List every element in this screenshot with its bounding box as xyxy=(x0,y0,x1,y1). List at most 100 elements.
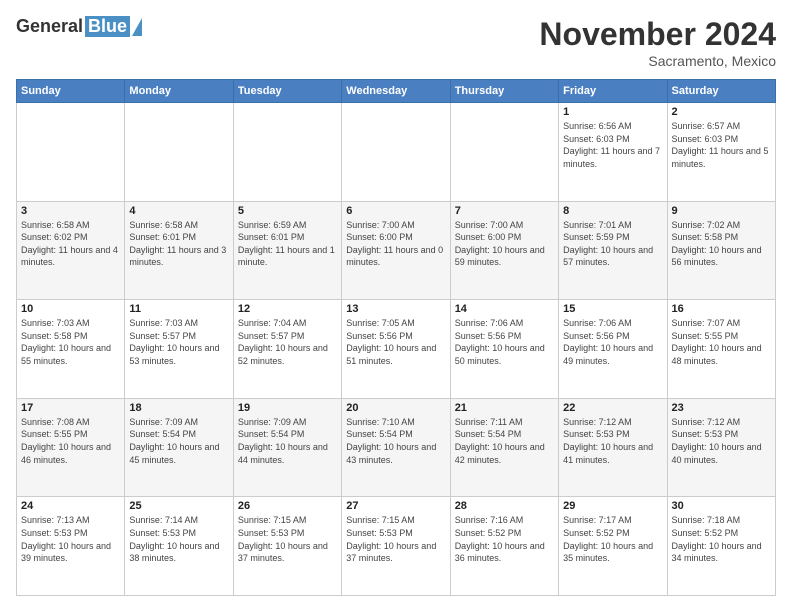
day-info: Sunrise: 7:01 AM Sunset: 5:59 PM Dayligh… xyxy=(563,219,662,269)
day-info: Sunrise: 7:13 AM Sunset: 5:53 PM Dayligh… xyxy=(21,514,120,564)
calendar-cell xyxy=(342,103,450,202)
calendar-week-row: 24 Sunrise: 7:13 AM Sunset: 5:53 PM Dayli… xyxy=(17,497,776,596)
day-info: Sunrise: 7:03 AM Sunset: 5:58 PM Dayligh… xyxy=(21,317,120,367)
day-info: Sunrise: 7:05 AM Sunset: 5:56 PM Dayligh… xyxy=(346,317,445,367)
day-info: Sunrise: 7:15 AM Sunset: 5:53 PM Dayligh… xyxy=(346,514,445,564)
day-info: Sunrise: 7:06 AM Sunset: 5:56 PM Dayligh… xyxy=(563,317,662,367)
day-of-week-header: Tuesday xyxy=(233,80,341,103)
day-number: 11 xyxy=(129,303,228,315)
calendar-cell: 14 Sunrise: 7:06 AM Sunset: 5:56 PM Dayli… xyxy=(450,300,558,399)
calendar-cell xyxy=(450,103,558,202)
calendar-cell: 4 Sunrise: 6:58 AM Sunset: 6:01 PM Daylig… xyxy=(125,201,233,300)
day-of-week-header: Monday xyxy=(125,80,233,103)
day-number: 4 xyxy=(129,205,228,217)
day-info: Sunrise: 7:09 AM Sunset: 5:54 PM Dayligh… xyxy=(238,416,337,466)
month-title: November 2024 xyxy=(539,16,776,53)
day-of-week-header: Thursday xyxy=(450,80,558,103)
calendar-cell: 18 Sunrise: 7:09 AM Sunset: 5:54 PM Dayli… xyxy=(125,398,233,497)
calendar-cell: 16Sunrise: 7:07 AM Sunset: 5:55 PM Dayli… xyxy=(667,300,775,399)
calendar-table: SundayMondayTuesdayWednesdayThursdayFrid… xyxy=(16,79,776,596)
day-info: Sunrise: 7:11 AM Sunset: 5:54 PM Dayligh… xyxy=(455,416,554,466)
day-info: Sunrise: 7:14 AM Sunset: 5:53 PM Dayligh… xyxy=(129,514,228,564)
day-info: Sunrise: 6:57 AM Sunset: 6:03 PM Dayligh… xyxy=(672,120,771,170)
calendar-header-row: SundayMondayTuesdayWednesdayThursdayFrid… xyxy=(17,80,776,103)
calendar-cell: 12 Sunrise: 7:04 AM Sunset: 5:57 PM Dayli… xyxy=(233,300,341,399)
calendar-cell: 6Sunrise: 7:00 AM Sunset: 6:00 PM Daylig… xyxy=(342,201,450,300)
day-number: 24 xyxy=(21,500,120,512)
calendar-week-row: 3 Sunrise: 6:58 AM Sunset: 6:02 PM Daylig… xyxy=(17,201,776,300)
day-of-week-header: Friday xyxy=(559,80,667,103)
calendar-cell: 3 Sunrise: 6:58 AM Sunset: 6:02 PM Daylig… xyxy=(17,201,125,300)
calendar-cell: 25 Sunrise: 7:14 AM Sunset: 5:53 PM Dayli… xyxy=(125,497,233,596)
logo-general-text: General xyxy=(16,16,83,37)
day-number: 17 xyxy=(21,402,120,414)
calendar-cell xyxy=(17,103,125,202)
day-number: 20 xyxy=(346,402,445,414)
calendar-week-row: 1 Sunrise: 6:56 AM Sunset: 6:03 PM Daylig… xyxy=(17,103,776,202)
calendar-cell: 13 Sunrise: 7:05 AM Sunset: 5:56 PM Dayli… xyxy=(342,300,450,399)
day-info: Sunrise: 7:17 AM Sunset: 5:52 PM Dayligh… xyxy=(563,514,662,564)
day-info: Sunrise: 7:00 AM Sunset: 6:00 PM Dayligh… xyxy=(346,219,445,269)
day-of-week-header: Wednesday xyxy=(342,80,450,103)
day-number: 22 xyxy=(563,402,662,414)
day-info: Sunrise: 7:09 AM Sunset: 5:54 PM Dayligh… xyxy=(129,416,228,466)
calendar-cell: 20 Sunrise: 7:10 AM Sunset: 5:54 PM Dayli… xyxy=(342,398,450,497)
day-info: Sunrise: 6:56 AM Sunset: 6:03 PM Dayligh… xyxy=(563,120,662,170)
day-info: Sunrise: 7:18 AM Sunset: 5:52 PM Dayligh… xyxy=(672,514,771,564)
day-info: Sunrise: 7:12 AM Sunset: 5:53 PM Dayligh… xyxy=(672,416,771,466)
day-of-week-header: Saturday xyxy=(667,80,775,103)
calendar-cell: 21 Sunrise: 7:11 AM Sunset: 5:54 PM Dayli… xyxy=(450,398,558,497)
calendar-cell: 22 Sunrise: 7:12 AM Sunset: 5:53 PM Dayli… xyxy=(559,398,667,497)
calendar-week-row: 10Sunrise: 7:03 AM Sunset: 5:58 PM Dayli… xyxy=(17,300,776,399)
calendar-cell: 15 Sunrise: 7:06 AM Sunset: 5:56 PM Dayli… xyxy=(559,300,667,399)
day-number: 1 xyxy=(563,106,662,118)
day-number: 19 xyxy=(238,402,337,414)
day-info: Sunrise: 7:03 AM Sunset: 5:57 PM Dayligh… xyxy=(129,317,228,367)
day-number: 12 xyxy=(238,303,337,315)
calendar-cell: 7 Sunrise: 7:00 AM Sunset: 6:00 PM Daylig… xyxy=(450,201,558,300)
day-info: Sunrise: 7:00 AM Sunset: 6:00 PM Dayligh… xyxy=(455,219,554,269)
calendar-cell: 27Sunrise: 7:15 AM Sunset: 5:53 PM Dayli… xyxy=(342,497,450,596)
day-info: Sunrise: 7:10 AM Sunset: 5:54 PM Dayligh… xyxy=(346,416,445,466)
calendar-cell: 17 Sunrise: 7:08 AM Sunset: 5:55 PM Dayli… xyxy=(17,398,125,497)
calendar-cell: 1 Sunrise: 6:56 AM Sunset: 6:03 PM Daylig… xyxy=(559,103,667,202)
day-number: 7 xyxy=(455,205,554,217)
day-info: Sunrise: 7:02 AM Sunset: 5:58 PM Dayligh… xyxy=(672,219,771,269)
day-info: Sunrise: 7:08 AM Sunset: 5:55 PM Dayligh… xyxy=(21,416,120,466)
page: General Blue November 2024 Sacramento, M… xyxy=(0,0,792,612)
day-info: Sunrise: 7:12 AM Sunset: 5:53 PM Dayligh… xyxy=(563,416,662,466)
calendar-cell: 29Sunrise: 7:17 AM Sunset: 5:52 PM Dayli… xyxy=(559,497,667,596)
day-number: 26 xyxy=(238,500,337,512)
day-info: Sunrise: 7:16 AM Sunset: 5:52 PM Dayligh… xyxy=(455,514,554,564)
day-number: 23 xyxy=(672,402,771,414)
day-number: 13 xyxy=(346,303,445,315)
day-number: 9 xyxy=(672,205,771,217)
calendar-cell: 9 Sunrise: 7:02 AM Sunset: 5:58 PM Daylig… xyxy=(667,201,775,300)
day-info: Sunrise: 7:15 AM Sunset: 5:53 PM Dayligh… xyxy=(238,514,337,564)
calendar-cell: 11 Sunrise: 7:03 AM Sunset: 5:57 PM Dayli… xyxy=(125,300,233,399)
calendar-cell: 8 Sunrise: 7:01 AM Sunset: 5:59 PM Daylig… xyxy=(559,201,667,300)
day-number: 15 xyxy=(563,303,662,315)
day-number: 14 xyxy=(455,303,554,315)
day-number: 21 xyxy=(455,402,554,414)
day-info: Sunrise: 6:59 AM Sunset: 6:01 PM Dayligh… xyxy=(238,219,337,269)
calendar-cell: 26 Sunrise: 7:15 AM Sunset: 5:53 PM Dayli… xyxy=(233,497,341,596)
day-info: Sunrise: 6:58 AM Sunset: 6:02 PM Dayligh… xyxy=(21,219,120,269)
header: General Blue November 2024 Sacramento, M… xyxy=(16,16,776,69)
day-number: 3 xyxy=(21,205,120,217)
day-number: 18 xyxy=(129,402,228,414)
day-info: Sunrise: 6:58 AM Sunset: 6:01 PM Dayligh… xyxy=(129,219,228,269)
calendar-cell: 2 Sunrise: 6:57 AM Sunset: 6:03 PM Daylig… xyxy=(667,103,775,202)
day-number: 8 xyxy=(563,205,662,217)
day-info: Sunrise: 7:06 AM Sunset: 5:56 PM Dayligh… xyxy=(455,317,554,367)
logo-triangle-icon xyxy=(132,18,142,36)
calendar-cell: 24 Sunrise: 7:13 AM Sunset: 5:53 PM Dayli… xyxy=(17,497,125,596)
logo: General Blue xyxy=(16,16,142,37)
day-info: Sunrise: 7:04 AM Sunset: 5:57 PM Dayligh… xyxy=(238,317,337,367)
calendar-cell: 23 Sunrise: 7:12 AM Sunset: 5:53 PM Dayli… xyxy=(667,398,775,497)
calendar-cell: 5Sunrise: 6:59 AM Sunset: 6:01 PM Daylig… xyxy=(233,201,341,300)
title-block: November 2024 Sacramento, Mexico xyxy=(539,16,776,69)
calendar-cell: 30Sunrise: 7:18 AM Sunset: 5:52 PM Dayli… xyxy=(667,497,775,596)
day-number: 25 xyxy=(129,500,228,512)
day-number: 2 xyxy=(672,106,771,118)
